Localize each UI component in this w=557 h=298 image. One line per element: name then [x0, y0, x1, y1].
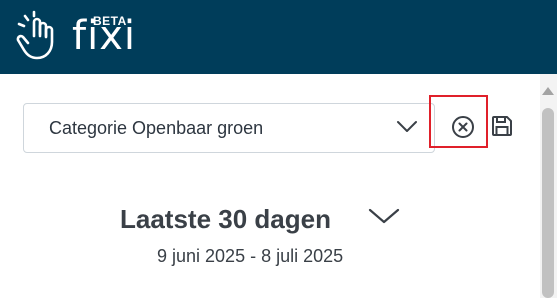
category-select[interactable]: Categorie Openbaar groen [23, 103, 435, 153]
chevron-down-icon[interactable] [368, 207, 400, 225]
close-circle-icon[interactable] [451, 115, 475, 139]
period-title: Laatste 30 dagen [120, 204, 331, 234]
beta-badge: BETA [93, 14, 127, 28]
save-icon[interactable] [491, 115, 513, 137]
scroll-up-arrow-icon[interactable] [541, 86, 555, 96]
hand-icon [16, 10, 54, 60]
top-bar: fixi BETA [0, 0, 557, 74]
scrollbar-thumb[interactable] [542, 108, 554, 298]
page: fixi BETA Categorie Openbaar groen Laats… [0, 0, 557, 298]
chevron-down-icon [397, 121, 417, 132]
period-date-range: 9 juni 2025 - 8 juli 2025 [157, 246, 344, 266]
category-select-value: Categorie Openbaar groen [49, 118, 264, 138]
